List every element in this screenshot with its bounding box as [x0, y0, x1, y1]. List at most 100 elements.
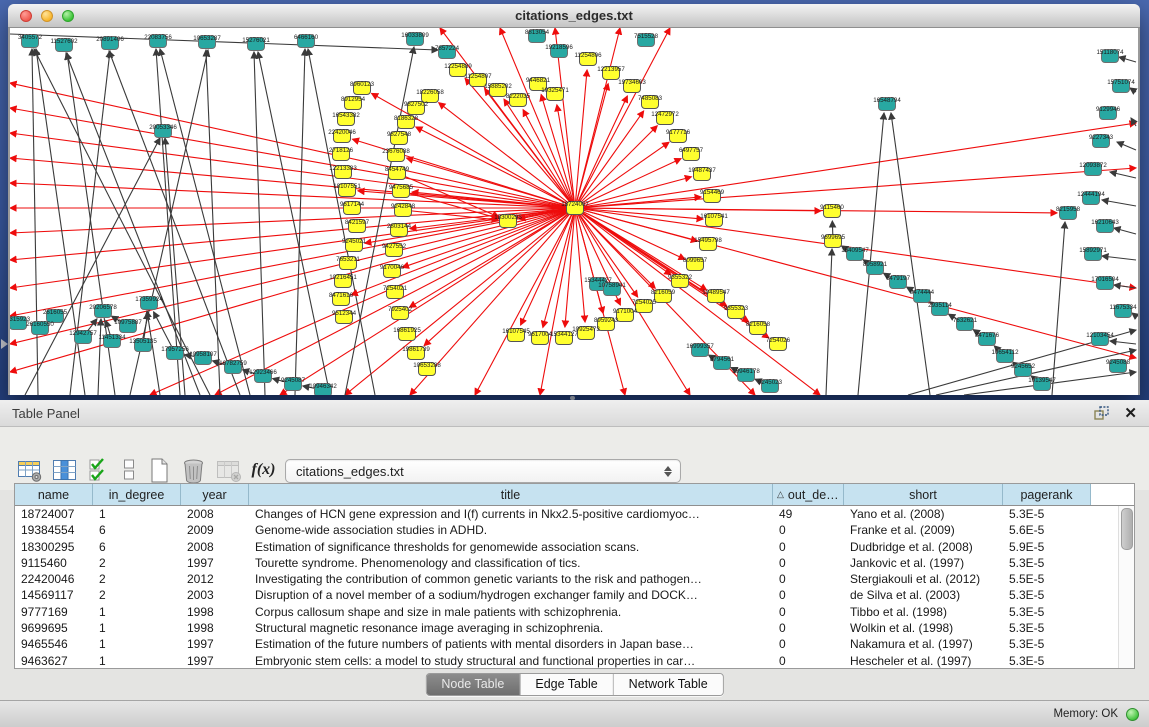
graph-node-label: 2616055: [43, 309, 68, 316]
table-row[interactable]: 1872400712008Changes of HCN gene express…: [15, 506, 1134, 522]
graph-node-label: 17016504: [1091, 276, 1119, 283]
graph-node-label: 8216059: [651, 289, 676, 296]
select-column-button[interactable]: [51, 456, 78, 484]
graph-node-label: 8794561: [710, 356, 735, 363]
table-cell: 2: [93, 587, 181, 603]
table-cell: 18724007: [15, 506, 93, 522]
delete-table-button[interactable]: [215, 456, 242, 484]
graph-node-label: 8216058: [746, 321, 771, 328]
column-header-title[interactable]: title: [249, 484, 773, 505]
table-row[interactable]: 1938455462009Genome-wide association stu…: [15, 522, 1134, 538]
close-panel-icon[interactable]: ✕: [1124, 406, 1137, 421]
graph-edge: [1130, 88, 1136, 92]
unselect-all-button[interactable]: [121, 456, 137, 484]
table-cell: 49: [773, 506, 844, 522]
graph-edge: [25, 138, 160, 395]
window-titlebar[interactable]: citations_edges.txt: [8, 4, 1140, 28]
table-cell: Wolkin et al. (1998): [844, 620, 1003, 636]
graph-node-label: 9227343: [1089, 134, 1114, 141]
table-row[interactable]: 977716911998Corpus callosum shape and si…: [15, 604, 1134, 620]
table-row[interactable]: 1830029562008Estimation of significance …: [15, 539, 1134, 555]
network-canvas[interactable]: 3405572115276022089140622083756106532871…: [10, 28, 1138, 395]
graph-node-label: 19861739: [402, 346, 430, 353]
network-graph[interactable]: 3405572115276022089140622083756106532871…: [10, 28, 1138, 395]
float-panel-icon[interactable]: [1094, 406, 1110, 421]
graph-node-label: 8421597: [345, 219, 370, 226]
graph-edge: [575, 111, 644, 208]
node-table: namein_degreeyeartitle△out_de…shortpager…: [14, 483, 1135, 669]
graph-node-label: 8960123: [350, 81, 375, 88]
table-cell: Corpus callosum shape and size in male p…: [249, 604, 773, 620]
graph-node-label: 16999357: [686, 343, 714, 350]
column-header-in_degree[interactable]: in_degree: [93, 484, 181, 505]
column-header-name[interactable]: name: [15, 484, 93, 505]
graph-edge: [1117, 142, 1136, 150]
graph-node-label: 16548794: [873, 97, 901, 104]
graph-node-label: 3405572: [18, 34, 43, 41]
graph-node-label: 6466160: [294, 34, 319, 41]
tab-edge-table[interactable]: Edge Table: [520, 674, 613, 695]
graph-node-label: 16033809: [401, 32, 429, 39]
graph-edge: [1102, 200, 1136, 206]
table-cell: 1998: [181, 604, 249, 620]
graph-node-label: 10958107: [189, 351, 217, 358]
column-header-pagerank[interactable]: pagerank: [1003, 484, 1091, 505]
table-tabs: Node TableEdge TableNetwork Table: [425, 673, 723, 696]
graph-node-label: 10653287: [193, 35, 221, 42]
column-header-year[interactable]: year: [181, 484, 249, 505]
table-select-dropdown[interactable]: citations_edges.txt: [285, 459, 681, 483]
table-cell: 5.3E-5: [1003, 620, 1091, 636]
graph-edge: [475, 208, 575, 395]
graph-node-label: 7653211: [336, 256, 360, 263]
delete-column-button[interactable]: [180, 456, 207, 484]
graph-node-label: 9446821: [526, 77, 551, 84]
graph-node-label: 7254021: [383, 285, 408, 292]
graph-edge: [10, 83, 575, 208]
graph-node-label: 8471616: [329, 292, 354, 299]
table-row[interactable]: 946362711997Embryonic stem cells: a mode…: [15, 653, 1134, 669]
graph-node-label: 16409547: [841, 247, 869, 254]
column-header-out_de[interactable]: △out_de…: [773, 484, 844, 505]
table-cell: 0: [773, 653, 844, 669]
graph-node-label: 15885202: [484, 83, 512, 90]
graph-node-label: 9617004: [528, 331, 553, 338]
graph-node-label: 7485083: [638, 95, 663, 102]
panel-collapse-arrow[interactable]: [1, 339, 8, 349]
memory-status-indicator-icon[interactable]: [1126, 708, 1139, 721]
table-row[interactable]: 946554611997Estimation of the future num…: [15, 636, 1134, 652]
graph-node-label: 11451334: [98, 334, 126, 341]
dropdown-stepper-icon: [658, 466, 680, 477]
select-all-button[interactable]: [86, 456, 113, 484]
table-row[interactable]: 969969511998Structural magnetic resonanc…: [15, 620, 1134, 636]
new-column-button[interactable]: [145, 456, 172, 484]
table-row[interactable]: 2242004622012Investigating the contribut…: [15, 571, 1134, 587]
table-cell: 1998: [181, 620, 249, 636]
graph-node-label: 16782759: [219, 360, 247, 367]
graph-node-label: 12093872: [1079, 162, 1107, 169]
graph-node-label: 19734603: [618, 79, 646, 86]
graph-edge: [826, 249, 832, 395]
graph-node-label: 10487437: [688, 167, 716, 174]
column-header-short[interactable]: short: [844, 484, 1003, 505]
table-cell: 9463627: [15, 653, 93, 669]
tab-node-table[interactable]: Node Table: [426, 674, 520, 695]
table-cell: Investigating the contribution of common…: [249, 571, 773, 587]
graph-edge: [1052, 222, 1065, 395]
table-scrollbar[interactable]: [1118, 506, 1134, 668]
table-cell: 9115460: [15, 555, 93, 571]
graph-edge: [1119, 57, 1136, 62]
graph-node-label: 11675334: [1109, 304, 1137, 311]
scrollbar-thumb[interactable]: [1121, 508, 1133, 550]
table-cell: 2012: [181, 571, 249, 587]
table-cell: Nakamura et al. (1997): [844, 636, 1003, 652]
tab-network-table[interactable]: Network Table: [614, 674, 723, 695]
table-row[interactable]: 1456911722003Disruption of a novel membe…: [15, 587, 1134, 603]
table-cell: Tibbo et al. (1998): [844, 604, 1003, 620]
table-cell: 5.3E-5: [1003, 653, 1091, 669]
checklist-icon: [88, 457, 112, 483]
function-builder-button[interactable]: f(x): [250, 456, 277, 484]
table-cell: 0: [773, 620, 844, 636]
table-settings-button[interactable]: [16, 456, 43, 484]
table-row[interactable]: 911546021997Tourette syndrome. Phenomeno…: [15, 555, 1134, 571]
graph-edge: [32, 49, 38, 395]
